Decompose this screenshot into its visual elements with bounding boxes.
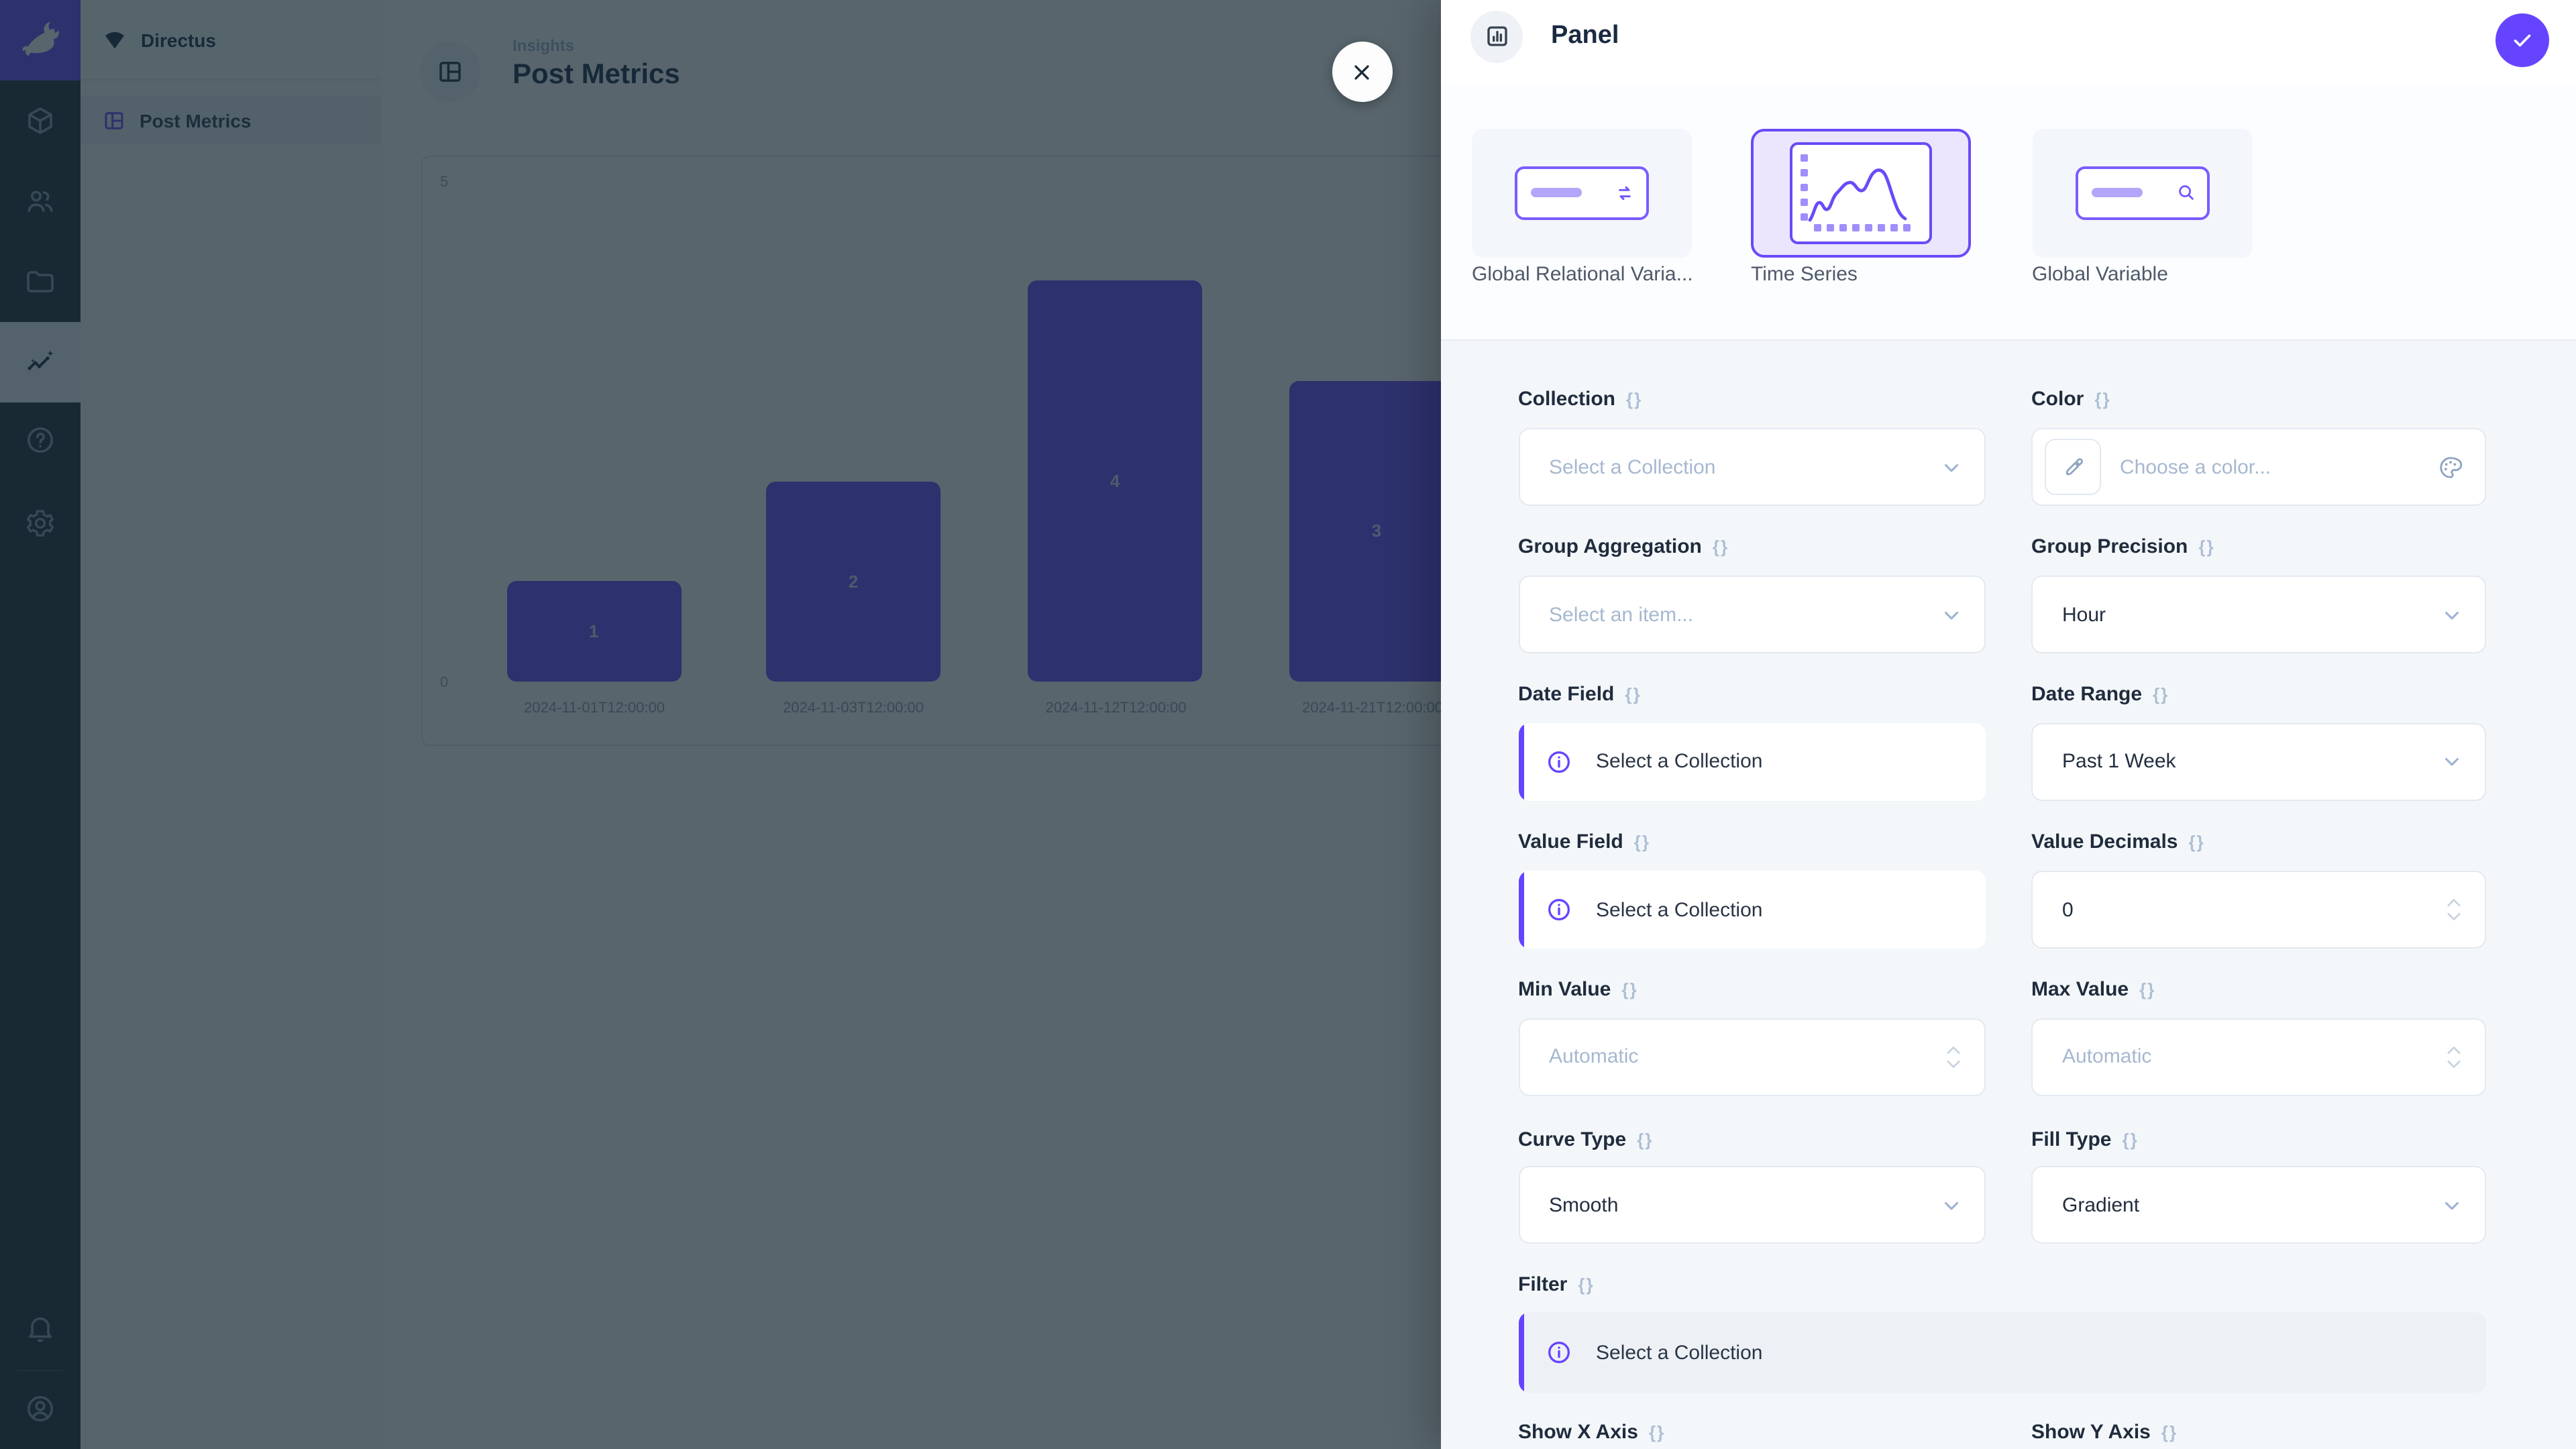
check-icon — [2510, 28, 2534, 52]
type-card-label: Global Relational Varia... — [1472, 263, 1693, 286]
raw-value-icon[interactable]: {} — [2198, 537, 2214, 557]
number-stepper[interactable] — [2445, 1043, 2463, 1070]
raw-value-icon[interactable]: {} — [1626, 389, 1642, 409]
fill-type-select[interactable]: Gradient — [2031, 1166, 2486, 1244]
raw-value-icon[interactable]: {} — [2153, 684, 2169, 704]
panel-drawer: Panel — [1440, 0, 2576, 1449]
stepper-up-icon — [2445, 896, 2463, 908]
palette-icon[interactable] — [2438, 454, 2463, 480]
input-mock-icon — [2075, 166, 2209, 220]
chevron-down-icon — [1940, 1193, 1963, 1216]
stepper-down-icon — [1944, 1058, 1963, 1070]
filter-notice: Select a Collection — [1518, 1312, 2486, 1393]
stepper-up-icon — [2445, 1043, 2463, 1055]
stepper-down-icon — [2445, 911, 2463, 923]
info-icon — [1545, 748, 1572, 775]
collection-select[interactable]: Select a Collection — [1518, 428, 1986, 506]
chevron-down-icon — [2440, 750, 2463, 773]
field-label-color: Color{} — [2031, 384, 2111, 414]
type-card-label: Global Variable — [2032, 263, 2168, 286]
insert-chart-icon — [1483, 23, 1510, 50]
field-label-min-value: Min Value{} — [1518, 975, 1638, 1004]
field-label-date-range: Date Range{} — [2031, 679, 2169, 708]
eyedropper-button[interactable] — [2045, 439, 2101, 495]
value-field-notice: Select a Collection — [1518, 871, 1986, 949]
raw-value-icon[interactable]: {} — [1634, 831, 1650, 851]
search-icon — [2176, 183, 2196, 203]
field-label-group-aggregation: Group Aggregation{} — [1518, 532, 1729, 561]
raw-value-icon[interactable]: {} — [2139, 979, 2155, 1000]
field-label-value-decimals: Value Decimals{} — [2031, 826, 2205, 856]
raw-value-icon[interactable]: {} — [2188, 831, 2204, 851]
info-icon — [1545, 896, 1572, 923]
number-stepper[interactable] — [1944, 1043, 1963, 1070]
field-label-show-x-axis: Show X Axis{} — [1518, 1417, 1665, 1447]
close-drawer-button[interactable] — [1332, 42, 1392, 102]
raw-value-icon[interactable]: {} — [1578, 1274, 1594, 1294]
min-value-input[interactable]: Automatic — [1518, 1018, 1986, 1095]
stepper-down-icon — [2445, 1058, 2463, 1070]
field-label-show-y-axis: Show Y Axis{} — [2031, 1417, 2178, 1447]
field-label-group-precision: Group Precision{} — [2031, 532, 2215, 561]
drawer-overlay[interactable] — [0, 0, 1440, 1449]
group-aggregation-select[interactable]: Select an item... — [1518, 576, 1986, 653]
raw-value-icon[interactable]: {} — [2122, 1129, 2138, 1149]
drawer-title: Panel — [1551, 21, 1619, 51]
input-mock-icon — [1515, 166, 1649, 220]
raw-value-icon[interactable]: {} — [1713, 537, 1729, 557]
info-icon — [1545, 1339, 1572, 1366]
chevron-down-icon — [2440, 603, 2463, 626]
close-icon — [1350, 60, 1374, 84]
swap-arrows-icon — [1614, 182, 1635, 204]
raw-value-icon[interactable]: {} — [2161, 1422, 2178, 1442]
date-field-notice: Select a Collection — [1518, 722, 1986, 800]
stepper-up-icon — [1944, 1043, 1963, 1055]
type-card-global-relational-variable[interactable] — [1472, 128, 1692, 258]
chevron-down-icon — [1940, 603, 1963, 626]
time-series-mock-icon — [1790, 142, 1932, 244]
field-label-value-field: Value Field{} — [1518, 826, 1650, 856]
type-card-label: Time Series — [1751, 263, 1858, 286]
eyedropper-icon — [2061, 455, 2084, 478]
chevron-down-icon — [2440, 1193, 2463, 1216]
panel-type-icon-button — [1470, 10, 1523, 62]
value-decimals-input[interactable]: 0 — [2031, 871, 2486, 949]
raw-value-icon[interactable]: {} — [2094, 389, 2110, 409]
save-panel-button[interactable] — [2495, 13, 2548, 66]
raw-value-icon[interactable]: {} — [1621, 979, 1638, 1000]
field-label-curve-type: Curve Type{} — [1518, 1124, 1653, 1154]
number-stepper[interactable] — [2445, 896, 2463, 923]
curve-type-select[interactable]: Smooth — [1518, 1166, 1986, 1244]
field-label-collection: Collection{} — [1518, 384, 1642, 414]
date-range-select[interactable]: Past 1 Week — [2031, 722, 2486, 800]
max-value-input[interactable]: Automatic — [2031, 1018, 2486, 1095]
chevron-down-icon — [1940, 455, 1963, 478]
field-label-fill-type: Fill Type{} — [2031, 1124, 2139, 1154]
type-card-time-series[interactable] — [1751, 128, 1971, 258]
drawer-header: Panel — [1440, 0, 2576, 83]
type-card-global-variable[interactable] — [2032, 128, 2252, 258]
field-label-date-field: Date Field{} — [1518, 679, 1642, 708]
raw-value-icon[interactable]: {} — [1637, 1129, 1653, 1149]
field-label-max-value: Max Value{} — [2031, 975, 2155, 1004]
field-label-filter: Filter{} — [1518, 1269, 1595, 1299]
group-precision-select[interactable]: Hour — [2031, 576, 2486, 653]
raw-value-icon[interactable]: {} — [1649, 1422, 1665, 1442]
raw-value-icon[interactable]: {} — [1625, 684, 1641, 704]
color-input[interactable]: Choose a color... — [2031, 428, 2486, 506]
